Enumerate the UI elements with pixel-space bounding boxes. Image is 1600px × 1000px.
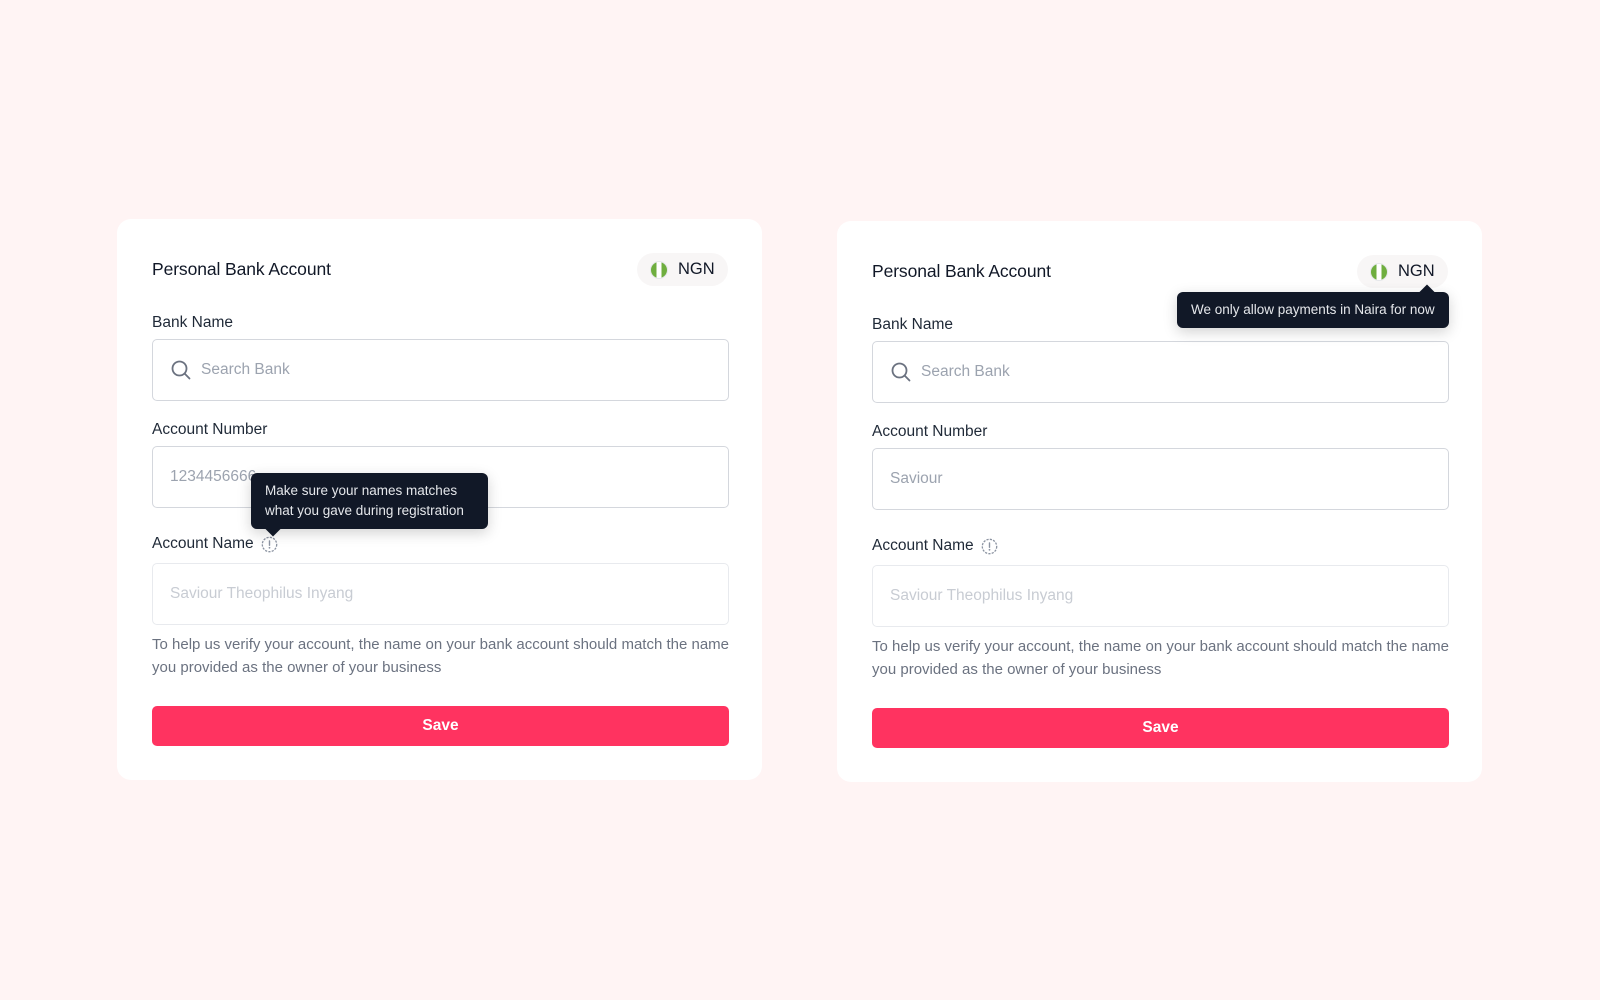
account-name-placeholder: Saviour Theophilus Inyang [890, 587, 1074, 604]
save-button[interactable]: Save [152, 706, 729, 746]
account-number-value: Saviour [890, 470, 943, 487]
account-name-label-row: Account Name [152, 535, 278, 553]
bank-search-placeholder: Search Bank [921, 363, 1010, 380]
search-icon [170, 359, 192, 381]
account-name-input: Saviour Theophilus Inyang [872, 565, 1449, 627]
bank-name-label: Bank Name [872, 316, 953, 333]
info-icon[interactable] [981, 538, 998, 555]
help-text: To help us verify your account, the name… [152, 636, 730, 676]
account-name-tooltip: Make sure your names matches what you ga… [251, 473, 488, 529]
save-button[interactable]: Save [872, 708, 1449, 748]
currency-tooltip: We only allow payments in Naira for now [1177, 292, 1449, 328]
bank-account-card: Personal Bank Account NGN Bank Name Sear… [837, 221, 1482, 782]
bank-search-input[interactable]: Search Bank [152, 339, 729, 401]
account-name-label-row: Account Name [872, 537, 998, 555]
currency-code: NGN [678, 260, 715, 278]
card-title: Personal Bank Account [872, 261, 1051, 281]
account-name-placeholder: Saviour Theophilus Inyang [170, 585, 354, 602]
bank-search-placeholder: Search Bank [201, 361, 290, 378]
bank-search-input[interactable]: Search Bank [872, 341, 1449, 403]
bank-account-card: Personal Bank Account NGN Bank Name Sear… [117, 219, 762, 780]
account-name-input: Saviour Theophilus Inyang [152, 563, 729, 625]
card-title: Personal Bank Account [152, 259, 331, 279]
bank-name-label: Bank Name [152, 314, 233, 331]
nigeria-flag-icon [650, 260, 668, 279]
account-number-value: 1234456666 [170, 468, 257, 485]
help-text: To help us verify your account, the name… [872, 638, 1450, 678]
currency-selector[interactable]: NGN [1357, 255, 1448, 288]
account-name-label: Account Name [872, 537, 974, 554]
currency-selector[interactable]: NGN [637, 253, 728, 286]
account-number-label: Account Number [152, 421, 268, 438]
account-number-label: Account Number [872, 423, 988, 440]
account-name-label: Account Name [152, 535, 254, 552]
account-number-input[interactable]: Saviour [872, 448, 1449, 510]
nigeria-flag-icon [1370, 262, 1388, 281]
search-icon [890, 361, 912, 383]
info-icon[interactable] [261, 536, 278, 553]
currency-code: NGN [1398, 262, 1435, 280]
